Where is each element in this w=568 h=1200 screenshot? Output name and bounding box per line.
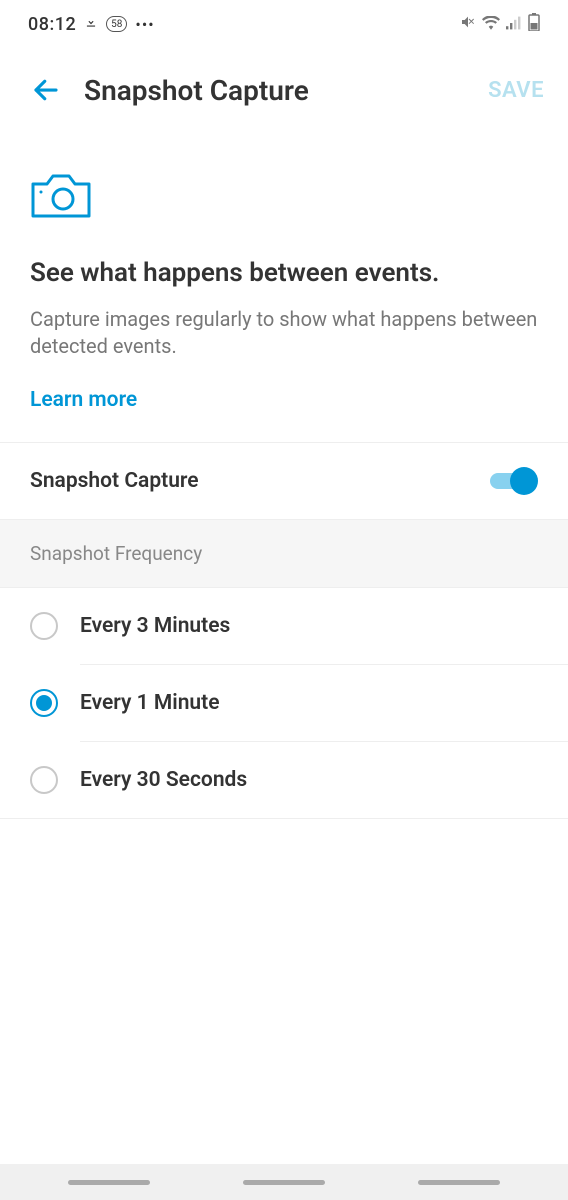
frequency-option[interactable]: Every 1 Minute <box>0 665 568 741</box>
snapshot-toggle-row: Snapshot Capture <box>0 442 568 520</box>
wifi-icon <box>482 14 500 35</box>
status-left: 08:12 58 ••• <box>28 14 155 35</box>
nav-back[interactable] <box>418 1180 500 1185</box>
mute-icon <box>460 14 476 35</box>
radio-icon <box>30 766 58 794</box>
arrow-left-icon <box>31 75 61 105</box>
radio-icon <box>30 612 58 640</box>
frequency-option[interactable]: Every 3 Minutes <box>0 588 568 664</box>
system-nav-bar <box>0 1164 568 1200</box>
intro-description: Capture images regularly to show what ha… <box>30 306 538 360</box>
frequency-title: Snapshot Frequency <box>30 542 538 565</box>
status-right <box>460 13 540 36</box>
signal-icon <box>506 14 522 35</box>
back-button[interactable] <box>24 68 68 112</box>
app-header: Snapshot Capture SAVE <box>0 48 568 132</box>
snapshot-toggle-label: Snapshot Capture <box>30 469 199 493</box>
radio-icon <box>30 689 58 717</box>
frequency-section-header: Snapshot Frequency <box>0 520 568 588</box>
status-time: 08:12 <box>28 14 76 35</box>
snapshot-toggle[interactable] <box>486 467 538 495</box>
camera-icon <box>30 172 92 224</box>
frequency-option[interactable]: Every 30 Seconds <box>0 742 568 818</box>
frequency-option-label: Every 1 Minute <box>80 691 220 715</box>
nav-recents[interactable] <box>68 1180 150 1185</box>
frequency-options: Every 3 Minutes Every 1 Minute Every 30 … <box>0 588 568 818</box>
toggle-thumb <box>510 467 538 495</box>
learn-more-link[interactable]: Learn more <box>30 388 538 412</box>
intro-heading: See what happens between events. <box>30 258 538 288</box>
nav-home[interactable] <box>243 1180 325 1185</box>
frequency-option-label: Every 3 Minutes <box>80 614 230 638</box>
frequency-option-label: Every 30 Seconds <box>80 768 247 792</box>
battery-icon <box>528 13 540 36</box>
more-icon: ••• <box>135 15 154 34</box>
download-icon <box>84 15 98 33</box>
status-badge: 58 <box>106 16 127 32</box>
status-bar: 08:12 58 ••• <box>0 0 568 48</box>
intro-section: See what happens between events. Capture… <box>0 132 568 442</box>
save-button[interactable]: SAVE <box>488 78 544 103</box>
page-title: Snapshot Capture <box>84 74 488 107</box>
